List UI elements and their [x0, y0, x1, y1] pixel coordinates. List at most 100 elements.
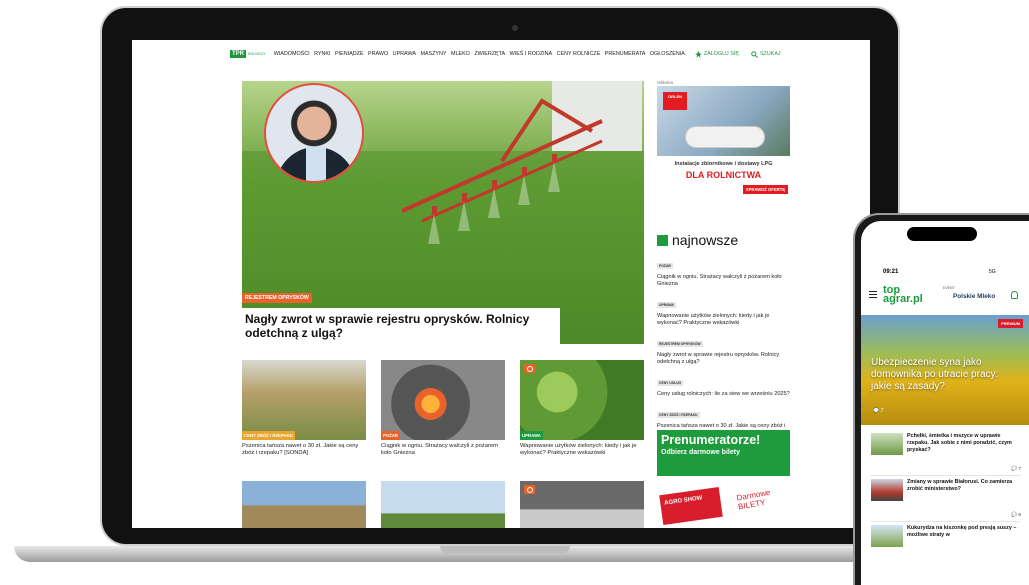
menu-item[interactable]: WIEŚ I RODZINA: [510, 51, 553, 57]
item-tag: REJESTREM OPRYSKÓW: [657, 341, 703, 347]
phone-list-item[interactable]: Zmiany w sprawie Białorusi. Co zamierza …: [871, 479, 1021, 525]
list-item[interactable]: CENY USŁUG Ceny usług rolniczych: ile za…: [657, 371, 792, 398]
orlen-ad[interactable]: ORLEN Instalacje zbiornikowe i dostawy L…: [657, 86, 790, 198]
list-item[interactable]: REJESTREM OPRYSKÓW Nagły zwrot w sprawie…: [657, 332, 792, 366]
event-logo[interactable]: Polskie Mleko: [953, 293, 995, 300]
item-text: Wapnowanie użytków zielonych: kiedy i ja…: [657, 313, 770, 326]
item-text: Nagły zwrot w sprawie rejestru oprysków.…: [657, 352, 780, 365]
ad-cta-button[interactable]: SPRAWDŹ OFERTĘ: [742, 185, 788, 194]
subscription-banner[interactable]: Prenumeratorze! Odbierz darmowe bilety: [657, 430, 790, 476]
article-card[interactable]: UPRAWA Wapnowanie użytków zielonych: kie…: [520, 360, 644, 457]
ad-label: reklama: [657, 80, 674, 85]
article-card[interactable]: [381, 481, 505, 528]
item-text: Pchełki, śmietka i mszyce w uprawie rzep…: [907, 433, 1012, 453]
menu-item[interactable]: UPRAWA: [393, 51, 416, 57]
article-thumb: POŻAR: [381, 360, 505, 440]
phone-screen: 09:21 5G top agrar.pl EVENT Polskie Mlek…: [861, 221, 1029, 585]
topagrar-logo[interactable]: top agrar.pl: [883, 285, 923, 305]
item-tag: CENY USŁUG: [657, 380, 684, 386]
webcam-icon: [512, 25, 518, 31]
item-text: Ciągnik w ogniu. Strażacy walczyli z poż…: [657, 274, 782, 287]
menu-item[interactable]: ZWIERZĘTA: [474, 51, 505, 57]
phone-list-item[interactable]: Pchełki, śmietka i mszyce w uprawie rzep…: [871, 433, 1021, 479]
article-card[interactable]: [242, 481, 366, 528]
user-icon[interactable]: [1011, 291, 1018, 299]
menu-item[interactable]: PRENUMERATA: [605, 51, 646, 57]
menu-item[interactable]: MASZYNY: [420, 51, 446, 57]
lpg-tank: [685, 126, 765, 148]
camera-icon: [524, 364, 535, 373]
phone-hero[interactable]: PREMIUM Ubezpieczenie syna jako domownik…: [861, 315, 1029, 425]
item-thumb: [871, 433, 903, 455]
person-shirt: [306, 147, 326, 181]
top-nav: TPR ROLNICZY WIADOMOŚCI RYNKI PIENIĄDZE …: [132, 46, 870, 62]
site-logo[interactable]: TPR ROLNICZY: [230, 50, 266, 58]
item-tag: CENY ZBÓŻ I RZEPAKU: [657, 412, 700, 418]
login-label: ZALOGUJ SIĘ: [703, 51, 739, 57]
logo-bottom: agrar.pl: [883, 293, 923, 305]
ad-line1: Instalacje zbiornikowe i dostawy LPG: [674, 161, 773, 167]
status-time: 09:21: [883, 269, 899, 275]
item-text: Zmiany w sprawie Białorusi. Co zamierza …: [907, 479, 1013, 492]
menu-item[interactable]: RYNKI: [314, 51, 330, 57]
author-photo: [264, 83, 364, 183]
comment-count: 💬 7: [873, 408, 884, 414]
hero-tag[interactable]: REJESTREM OPRYSKÓW: [242, 293, 312, 303]
status-signal: 5G: [989, 269, 996, 275]
agroshow-ad[interactable]: AGRO SHOW Darmowe BILETY: [657, 485, 790, 528]
list-item[interactable]: UPRAWA Wapnowanie użytków zielonych: kie…: [657, 293, 792, 327]
ad-line2: DLA ROLNICTWA: [685, 170, 762, 180]
article-thumb: UPRAWA: [520, 360, 644, 440]
dynamic-island: [907, 227, 977, 241]
laptop-notch: [440, 546, 570, 553]
orlen-logo: ORLEN: [663, 92, 687, 110]
menu-icon[interactable]: [869, 291, 877, 298]
menu-item[interactable]: WIADOMOŚCI: [274, 51, 310, 57]
login-button[interactable]: ZALOGUJ SIĘ: [694, 50, 739, 58]
device-mockup: TPR ROLNICZY WIADOMOŚCI RYNKI PIENIĄDZE …: [0, 0, 1029, 585]
divider: [871, 521, 1021, 522]
article-card[interactable]: POŻAR Ciągnik w ogniu. Strażacy walczyli…: [381, 360, 505, 457]
menu-item[interactable]: OGŁOSZENIA: [650, 51, 685, 57]
najnowsze-title: najnowsze: [672, 232, 739, 248]
item-text: Ceny usług rolniczych: ile za siew we wr…: [657, 391, 790, 397]
najnowsze-list: POŻAR Ciągnik w ogniu. Strażacy walczyli…: [657, 254, 792, 442]
comment-count-value: 7: [1018, 467, 1021, 472]
menu-item[interactable]: MLEKO: [451, 51, 470, 57]
banner-subtitle: Odbierz darmowe bilety: [661, 449, 740, 456]
heading-square-icon: [657, 234, 668, 246]
search-label: SZUKAJ: [759, 51, 781, 57]
event-label: EVENT: [943, 286, 955, 290]
logo-mark: TPR: [230, 50, 246, 58]
search-button[interactable]: SZUKAJ: [751, 50, 781, 58]
phone-header: top agrar.pl EVENT Polskie Mleko: [861, 283, 1029, 307]
main-menu: WIADOMOŚCI RYNKI PIENIĄDZE PRAWO UPRAWA …: [274, 51, 685, 57]
item-tag: UPRAWA: [657, 302, 676, 308]
article-card[interactable]: CENY ZBÓŻ I RZEPAKU Pszenica tańsza nawe…: [242, 360, 366, 457]
banner-title: Prenumeratorze!: [661, 433, 761, 447]
article-tag: CENY ZBÓŻ I RZEPAKU: [242, 431, 295, 440]
item-thumb: [871, 479, 903, 501]
article-caption: Pszenica tańsza nawet o 30 zł. Jakie są …: [242, 443, 359, 457]
najnowsze-heading: najnowsze: [657, 232, 738, 248]
article-thumb: [381, 481, 505, 528]
hero-title[interactable]: Nagły zwrot w sprawie rejestru oprysków.…: [242, 308, 560, 345]
laptop-screen: TPR ROLNICZY WIADOMOŚCI RYNKI PIENIĄDZE …: [132, 40, 870, 528]
article-thumb: [242, 481, 366, 528]
article-tag: UPRAWA: [520, 431, 543, 440]
menu-item[interactable]: PRAWO: [368, 51, 388, 57]
comment-count: 💬 7: [1011, 467, 1021, 472]
hero-image[interactable]: REJESTREM OPRYSKÓW: [242, 81, 644, 344]
menu-item[interactable]: PIENIĄDZE: [335, 51, 363, 57]
comment-count-value: 6: [1018, 513, 1021, 518]
comment-count-value: 7: [880, 408, 884, 414]
divider: [871, 475, 1021, 476]
item-tag: POŻAR: [657, 263, 673, 269]
comment-count: 💬 6: [1011, 513, 1021, 518]
phone-list-item[interactable]: Kukurydza na kiszonkę pod presją suszy –…: [871, 525, 1021, 571]
ticket-graphic: AGRO SHOW: [659, 486, 723, 526]
leaf-icon: [694, 50, 702, 58]
menu-item[interactable]: CENY ROLNICZE: [557, 51, 601, 57]
list-item[interactable]: POŻAR Ciągnik w ogniu. Strażacy walczyli…: [657, 254, 792, 288]
article-card[interactable]: [520, 481, 644, 528]
